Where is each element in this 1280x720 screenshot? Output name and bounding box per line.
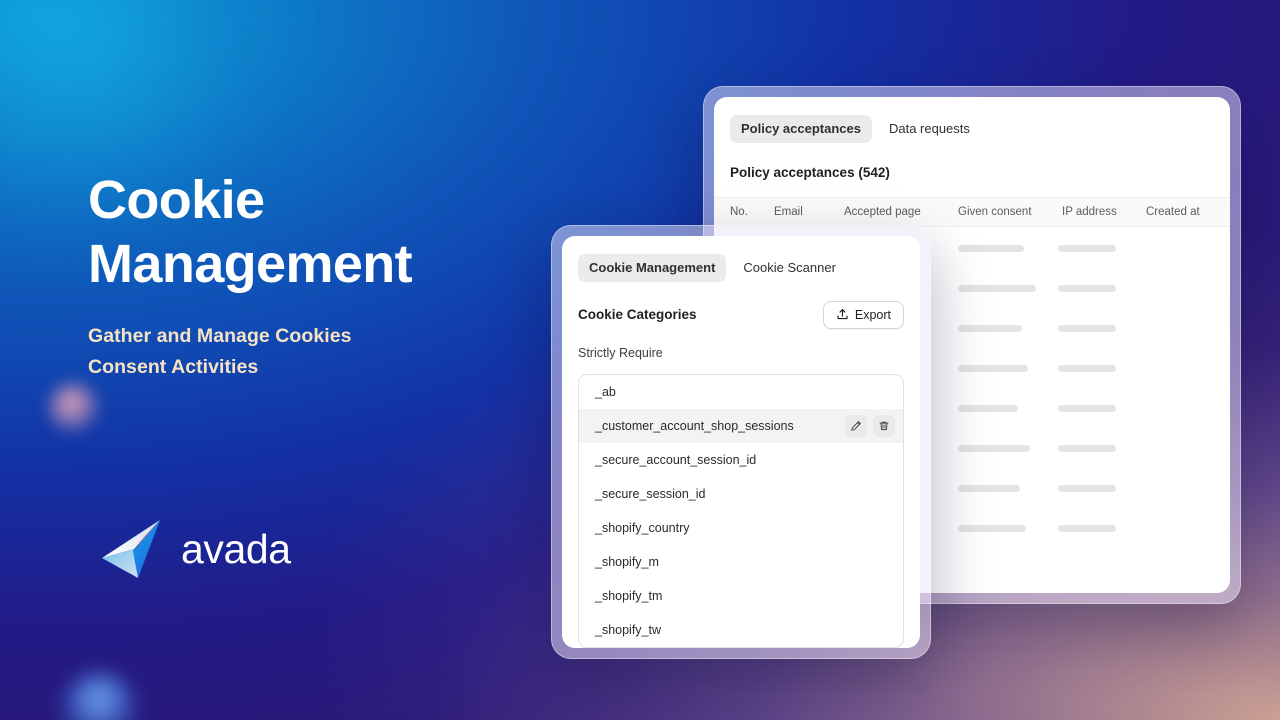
tab-cookie-scanner[interactable]: Cookie Scanner — [732, 254, 847, 282]
skeleton-bar — [1058, 324, 1116, 332]
cookie-management-card: Cookie Management Cookie Scanner Cookie … — [562, 236, 920, 648]
table-cell-skeleton — [1058, 321, 1138, 332]
column-header-ip-address: IP address — [1062, 205, 1117, 218]
cookie-list-item[interactable]: _shopify_country — [579, 511, 903, 545]
cookie-name: _customer_account_shop_sessions — [595, 418, 794, 433]
table-cell-skeleton — [958, 241, 1058, 252]
tab-policy-acceptances[interactable]: Policy acceptances — [730, 115, 872, 143]
cookie-list-item[interactable]: _shopify_m — [579, 545, 903, 579]
column-header-accepted-page: Accepted page — [844, 205, 921, 218]
column-header-created-at: Created at — [1146, 205, 1200, 218]
back-card-tabs: Policy acceptances Data requests — [714, 115, 1230, 143]
cookie-list-item[interactable]: _ab — [579, 375, 903, 409]
skeleton-bar — [958, 244, 1024, 252]
table-cell-skeleton — [1058, 281, 1138, 292]
cookie-list-item[interactable]: _secure_account_session_id — [579, 443, 903, 477]
delete-cookie-button[interactable] — [873, 414, 895, 437]
table-cell-skeleton — [1058, 401, 1138, 412]
trash-icon — [879, 421, 889, 430]
brand-logo: avada — [100, 518, 291, 580]
page-subtitle: Gather and Manage Cookies Consent Activi… — [88, 321, 518, 385]
front-card-tabs: Cookie Management Cookie Scanner — [578, 254, 904, 282]
skeleton-bar — [1058, 444, 1116, 452]
skeleton-bar — [958, 524, 1026, 532]
table-cell-skeleton — [958, 521, 1058, 532]
export-button[interactable]: Export — [822, 300, 904, 329]
table-cell-skeleton — [1058, 241, 1138, 252]
skeleton-bar — [1058, 524, 1116, 532]
table-cell-skeleton — [958, 281, 1058, 292]
avada-logo-icon — [102, 520, 160, 578]
cookie-list-item[interactable]: _customer_account_shop_sessions — [579, 408, 903, 443]
skeleton-bar — [958, 444, 1030, 452]
pencil-icon — [851, 420, 861, 431]
cookie-categories-heading: Cookie Categories — [578, 307, 697, 323]
export-button-label: Export — [854, 307, 891, 322]
page-title: Cookie Management — [88, 168, 518, 297]
cookie-row-actions — [845, 414, 895, 437]
cookie-name: _shopify_tm — [595, 588, 663, 603]
table-cell-skeleton — [958, 401, 1058, 412]
skeleton-bar — [958, 364, 1028, 372]
tab-data-requests[interactable]: Data requests — [878, 115, 981, 143]
cookie-list: _ab _customer_account_shop_sessions _secur… — [578, 373, 904, 648]
page-title-line-2: Management — [88, 234, 413, 295]
table-cell-skeleton — [958, 361, 1058, 372]
cookie-list-item[interactable]: _secure_session_id — [579, 477, 903, 511]
upload-icon — [837, 309, 848, 320]
table-cell-skeleton — [958, 481, 1058, 492]
skeleton-bar — [1058, 484, 1116, 492]
tab-cookie-management[interactable]: Cookie Management — [578, 254, 727, 282]
column-header-email: Email — [774, 205, 803, 218]
brand-name: avada — [181, 525, 291, 572]
column-header-no: No. — [730, 205, 748, 218]
table-cell-skeleton — [1058, 441, 1138, 452]
skeleton-bar — [1058, 244, 1116, 252]
cookie-name: _ab — [595, 384, 616, 399]
skeleton-bar — [1058, 364, 1116, 372]
cookie-name: _shopify_country — [595, 520, 690, 535]
cookie-name: _shopify_tw — [595, 622, 662, 637]
hero-section: Cookie Management Gather and Manage Cook… — [88, 168, 518, 384]
edit-cookie-button[interactable] — [845, 414, 867, 437]
cookie-list-item[interactable]: _shopify_tw — [579, 613, 903, 647]
cookie-name: _secure_account_session_id — [595, 452, 757, 467]
page-subtitle-line-1: Gather and Manage Cookies — [88, 324, 352, 347]
decorative-orb-blue — [62, 672, 136, 720]
cookie-list-item[interactable]: _shopify_tm — [579, 579, 903, 613]
table-cell-skeleton — [1058, 481, 1138, 492]
promo-banner: Cookie Management Gather and Manage Cook… — [0, 0, 1280, 720]
table-cell-skeleton — [1058, 521, 1138, 532]
table-cell-skeleton — [958, 321, 1058, 332]
skeleton-bar — [958, 484, 1020, 492]
column-header-given-consent: Given consent — [958, 205, 1032, 218]
skeleton-bar — [1058, 404, 1116, 412]
skeleton-bar — [958, 404, 1018, 412]
decorative-orb-pink — [48, 382, 100, 434]
cookie-name: _secure_session_id — [595, 486, 706, 501]
acceptances-table-header: No. Email Accepted page Given consent IP… — [714, 196, 1230, 227]
page-subtitle-line-2: Consent Activities — [88, 356, 259, 379]
cookie-name: _shopify_m — [595, 554, 659, 569]
page-title-line-1: Cookie — [88, 170, 265, 230]
policy-acceptances-heading: Policy acceptances (542) — [730, 164, 890, 180]
table-cell-skeleton — [958, 441, 1058, 452]
cookie-management-card-frame: Cookie Management Cookie Scanner Cookie … — [551, 225, 931, 659]
category-label: Strictly Require — [578, 345, 663, 360]
skeleton-bar — [958, 284, 1036, 292]
skeleton-bar — [1058, 284, 1116, 292]
skeleton-bar — [958, 324, 1022, 332]
table-cell-skeleton — [1058, 361, 1138, 372]
